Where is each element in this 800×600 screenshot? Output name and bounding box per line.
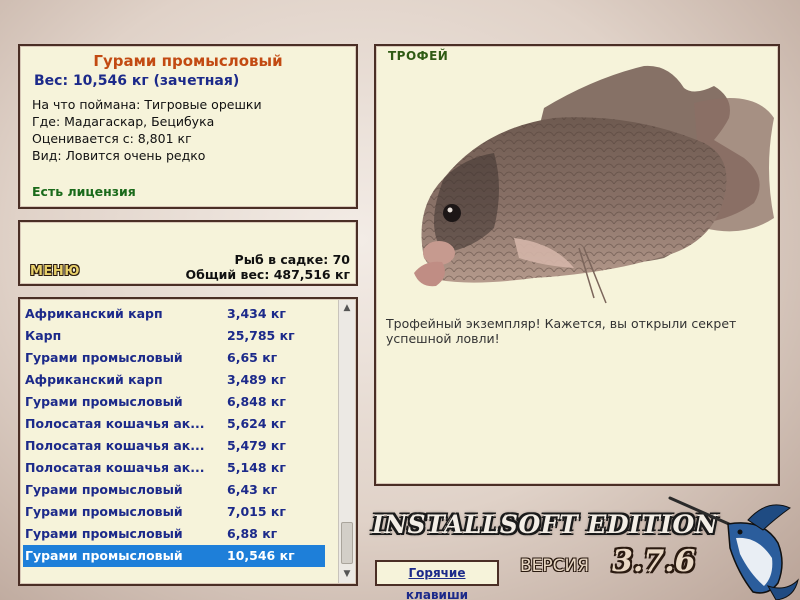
scroll-thumb[interactable] bbox=[341, 522, 353, 564]
fish-count: Рыб в садке: 70 bbox=[234, 252, 350, 267]
catch-list-panel: Африканский карп 3,434 кг Карп 25,785 кг Гур… bbox=[18, 297, 358, 586]
catch-fish-weight: 25,785 кг bbox=[227, 328, 295, 343]
catch-fish-weight: 3,434 кг bbox=[227, 306, 286, 321]
catch-fish-weight: 5,148 кг bbox=[227, 460, 286, 475]
catch-list-item[interactable]: Гурами промысловый 6,848 кг bbox=[23, 391, 325, 413]
location-info: Где: Мадагаскар, Бецибука bbox=[32, 114, 215, 129]
keepnet-stats-panel: МЕНЮ Рыб в садке: 70 Общий вес: 487,516 … bbox=[18, 220, 358, 286]
catch-fish-name: Карп bbox=[25, 328, 62, 343]
catch-list-item[interactable]: Африканский карп 3,434 кг bbox=[23, 303, 325, 325]
catch-fish-name: Полосатая кошачья ак... bbox=[25, 416, 205, 431]
catch-list-item[interactable]: Гурами промысловый 6,88 кг bbox=[23, 523, 325, 545]
catch-list-item[interactable]: Полосатая кошачья ак... 5,624 кг bbox=[23, 413, 325, 435]
catch-fish-name: Гурами промысловый bbox=[25, 504, 183, 519]
catch-fish-weight: 6,848 кг bbox=[227, 394, 286, 409]
list-scrollbar[interactable]: ▲ ▼ bbox=[338, 300, 355, 583]
catch-list-item[interactable]: Полосатая кошачья ак... 5,479 кг bbox=[23, 435, 325, 457]
scroll-up-icon[interactable]: ▲ bbox=[339, 300, 355, 317]
catch-fish-weight: 6,43 кг bbox=[227, 482, 278, 497]
edition-logo: INSTALLSOFT EDITION bbox=[372, 510, 719, 539]
catch-list-item[interactable]: Карп 25,785 кг bbox=[23, 325, 325, 347]
catch-fish-name: Гурами промысловый bbox=[25, 394, 183, 409]
catch-list: Африканский карп 3,434 кг Карп 25,785 кг Гур… bbox=[23, 303, 325, 567]
catch-fish-name: Гурами промысловый bbox=[25, 350, 183, 365]
license-status: Есть лицензия bbox=[32, 184, 136, 199]
catch-fish-weight: 6,65 кг bbox=[227, 350, 278, 365]
catch-list-item[interactable]: Полосатая кошачья ак... 5,148 кг bbox=[23, 457, 325, 479]
catch-fish-name: Гурами промысловый bbox=[25, 526, 183, 541]
catch-list-item[interactable]: Гурами промысловый 7,015 кг bbox=[23, 501, 325, 523]
rarity-info: Вид: Ловится очень редко bbox=[32, 148, 206, 163]
catch-list-item[interactable]: Гурами промысловый 6,43 кг bbox=[23, 479, 325, 501]
catch-fish-weight: 7,015 кг bbox=[227, 504, 286, 519]
fish-image bbox=[414, 65, 774, 304]
catch-fish-name: Гурами промысловый bbox=[25, 548, 183, 563]
catch-fish-name: Африканский карп bbox=[25, 306, 163, 321]
catch-fish-weight: 5,624 кг bbox=[227, 416, 286, 431]
trophy-panel: ТРОФЕЙ Трофейный экземпляр! Кажется, вы … bbox=[374, 44, 780, 486]
catch-fish-weight: 10,546 кг bbox=[227, 548, 295, 563]
version-label: ВЕРСИЯ bbox=[520, 556, 590, 576]
catch-list-item[interactable]: Гурами промысловый 6,65 кг bbox=[23, 347, 325, 369]
catch-fish-name: Полосатая кошачья ак... bbox=[25, 438, 205, 453]
menu-button[interactable]: МЕНЮ bbox=[30, 264, 80, 279]
catch-fish-weight: 3,489 кг bbox=[227, 372, 286, 387]
fish-weight: Вес: 10,546 кг (зачетная) bbox=[34, 73, 240, 89]
catch-fish-name: Полосатая кошачья ак... bbox=[25, 460, 205, 475]
marlin-logo-icon bbox=[668, 496, 799, 600]
catch-fish-weight: 6,88 кг bbox=[227, 526, 278, 541]
fish-info-panel: Гурами промысловый Вес: 10,546 кг (зачет… bbox=[18, 44, 358, 209]
value-info: Оценивается с: 8,801 кг bbox=[32, 131, 192, 146]
hotkeys-button[interactable]: Горячие клавиши bbox=[375, 560, 499, 600]
trophy-description: Трофейный экземпляр! Кажется, вы открыли… bbox=[386, 316, 737, 346]
scroll-down-icon[interactable]: ▼ bbox=[339, 566, 355, 583]
catch-fish-weight: 5,479 кг bbox=[227, 438, 286, 453]
bait-info: На что поймана: Тигровые орешки bbox=[32, 97, 262, 112]
total-weight: Общий вес: 487,516 кг bbox=[185, 267, 351, 282]
catch-list-item[interactable]: Гурами промысловый 10,546 кг bbox=[23, 545, 325, 567]
catch-list-item[interactable]: Африканский карп 3,489 кг bbox=[23, 369, 325, 391]
fish-title: Гурами промысловый bbox=[93, 52, 283, 70]
catch-fish-name: Гурами промысловый bbox=[25, 482, 183, 497]
catch-fish-name: Африканский карп bbox=[25, 372, 163, 387]
